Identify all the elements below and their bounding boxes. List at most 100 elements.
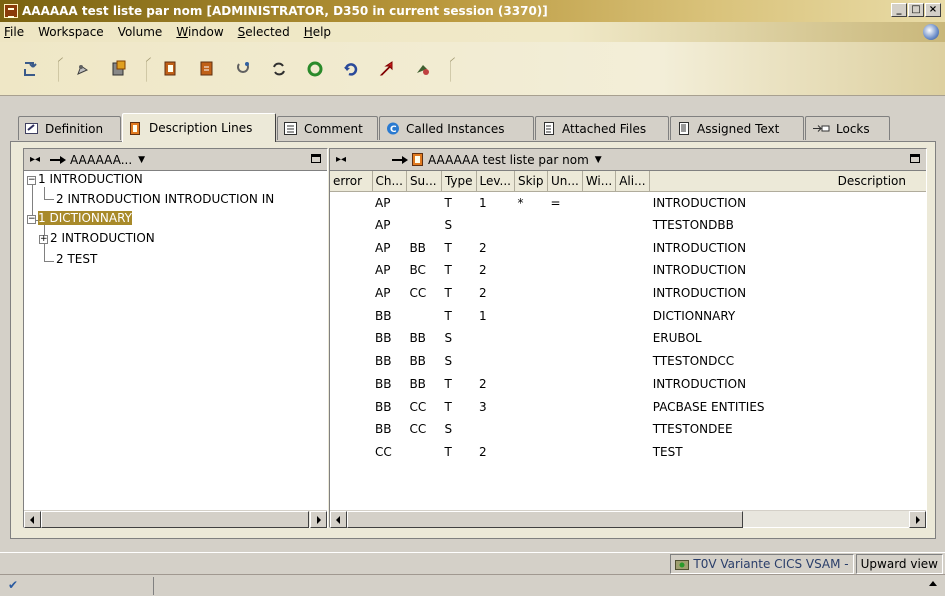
- tree-node[interactable]: 2 INTRODUCTION: [50, 230, 155, 248]
- maximize-button[interactable]: □: [908, 3, 924, 17]
- dropdown-icon[interactable]: ▼: [138, 155, 145, 165]
- tab-comment[interactable]: Comment: [277, 116, 378, 140]
- edit-icon[interactable]: [70, 56, 96, 82]
- table-row[interactable]: BB BB S TTESTONDCC: [330, 350, 926, 373]
- scroll-right-button[interactable]: [310, 511, 327, 528]
- menu-help[interactable]: Help: [304, 25, 337, 39]
- column-header[interactable]: Su...: [406, 171, 442, 192]
- lines-horizontal-scrollbar[interactable]: [330, 510, 926, 528]
- menu-volume[interactable]: Volume: [118, 25, 169, 39]
- variant-status[interactable]: T0V Variante CICS VSAM -: [670, 553, 854, 574]
- tab-definition[interactable]: Definition: [18, 116, 121, 140]
- tab-called-instances[interactable]: C Called Instances: [379, 116, 534, 140]
- column-header[interactable]: Lev...: [476, 171, 515, 192]
- table-row[interactable]: AP CC T 2 INTRODUCTION: [330, 282, 926, 305]
- table-cell: T: [444, 399, 452, 414]
- menu-file[interactable]: File: [4, 25, 30, 39]
- table-cell: [330, 373, 372, 396]
- scroll-thumb[interactable]: [41, 511, 309, 528]
- dropdown-icon[interactable]: ▼: [595, 155, 602, 165]
- table-row[interactable]: CC T 2 TEST: [330, 441, 926, 464]
- view-status[interactable]: Upward view: [855, 553, 943, 574]
- column-header[interactable]: error: [330, 171, 373, 192]
- tab-assigned-text[interactable]: Assigned Text: [670, 116, 804, 140]
- column-header[interactable]: Skip: [514, 171, 548, 192]
- nav-first-icon[interactable]: ▸◂: [330, 154, 352, 165]
- go-arrow-icon[interactable]: [392, 155, 408, 164]
- minimize-button[interactable]: _: [891, 3, 907, 17]
- table-row[interactable]: BB CC S TTESTONDEE: [330, 418, 926, 441]
- save-icon[interactable]: [106, 56, 132, 82]
- collapse-toggle-icon[interactable]: −: [27, 215, 36, 224]
- lines-nav-label[interactable]: AAAAAA test liste par nom: [428, 153, 589, 167]
- menu-window[interactable]: Window: [176, 25, 229, 39]
- green-cycle-icon[interactable]: [302, 56, 328, 82]
- tab-attached-files[interactable]: Attached Files: [535, 116, 669, 140]
- table-cell: INTRODUCTION: [652, 240, 747, 255]
- table-cell: [616, 304, 650, 327]
- refresh-link-icon[interactable]: [230, 56, 256, 82]
- copy-icon[interactable]: [158, 56, 184, 82]
- go-arrow-icon[interactable]: [50, 155, 66, 164]
- comment-icon: [284, 122, 298, 135]
- red-arrow-icon[interactable]: [374, 56, 400, 82]
- collapse-toggle-icon[interactable]: −: [27, 176, 36, 185]
- maximize-pane-icon[interactable]: [311, 154, 321, 163]
- table-row[interactable]: BB T 1 DICTIONNARY: [330, 304, 926, 327]
- scroll-left-button[interactable]: [330, 511, 347, 528]
- table-cell: S: [444, 422, 453, 437]
- close-button[interactable]: ×: [925, 3, 941, 17]
- table-cell: S: [444, 218, 453, 233]
- column-header[interactable]: Description: [649, 171, 926, 192]
- table-row[interactable]: AP T 1 * = INTRODUCTION: [330, 191, 926, 214]
- table-row[interactable]: BB BB T 2 INTRODUCTION: [330, 373, 926, 396]
- table-cell: [582, 191, 615, 214]
- table-cell: [406, 441, 441, 464]
- table-row[interactable]: BB CC T 3 PACBASE ENTITIES: [330, 395, 926, 418]
- table-row[interactable]: BB BB S ERUBOL: [330, 327, 926, 350]
- table-row[interactable]: AP S TTESTONDBB: [330, 214, 926, 237]
- table-cell: BB: [375, 422, 392, 437]
- tool-icon[interactable]: [410, 56, 436, 82]
- scroll-right-button[interactable]: [909, 511, 926, 528]
- tree-node[interactable]: 2 INTRODUCTION INTRODUCTION IN: [56, 191, 274, 209]
- bottom-bar: ✔: [0, 574, 945, 596]
- column-header[interactable]: Wi...: [582, 171, 617, 192]
- nav-first-icon[interactable]: ▸◂: [24, 154, 46, 165]
- tab-bar: Definition Description Lines Comment C C…: [0, 112, 945, 142]
- tree-node[interactable]: 2 TEST: [56, 251, 97, 269]
- scroll-thumb[interactable]: [347, 511, 743, 528]
- tree-node-selected[interactable]: 1 DICTIONNARY: [38, 210, 132, 228]
- column-header[interactable]: Type: [441, 171, 477, 192]
- scroll-left-button[interactable]: [24, 511, 41, 528]
- tab-description-lines[interactable]: Description Lines: [122, 113, 276, 142]
- table-cell: AP: [375, 263, 391, 278]
- table-cell: [582, 282, 615, 305]
- table-cell: [547, 236, 582, 259]
- table-row[interactable]: AP BB T 2 INTRODUCTION: [330, 236, 926, 259]
- tree-line: [44, 199, 54, 200]
- tab-locks[interactable]: Locks: [805, 116, 890, 140]
- table-cell: [582, 259, 615, 282]
- toolbar-separator: [54, 56, 60, 82]
- expand-up-icon[interactable]: [929, 581, 937, 586]
- table-row[interactable]: AP BC T 2 INTRODUCTION: [330, 259, 926, 282]
- table-header-row: error Ch... Su... Type Lev... Skip Un...…: [330, 171, 926, 192]
- tree-node[interactable]: 1 INTRODUCTION: [38, 171, 143, 189]
- menu-workspace[interactable]: Workspace: [38, 25, 110, 39]
- column-header[interactable]: Ali...: [615, 171, 651, 192]
- reload-icon[interactable]: [266, 56, 292, 82]
- undo-icon[interactable]: [338, 56, 364, 82]
- tree-nav-label[interactable]: AAAAAA...: [70, 153, 132, 167]
- menu-selected[interactable]: Selected: [238, 25, 296, 39]
- column-header[interactable]: Un...: [547, 171, 583, 192]
- document-icon[interactable]: [194, 56, 220, 82]
- expand-toggle-icon[interactable]: +: [39, 235, 48, 244]
- cut-paste-icon[interactable]: [18, 56, 44, 82]
- table-cell: 1: [479, 308, 487, 323]
- menu-bar: File Workspace Volume Window Selected He…: [0, 22, 945, 42]
- maximize-pane-icon[interactable]: [910, 154, 920, 163]
- column-header[interactable]: Ch...: [372, 171, 407, 192]
- table-cell: [582, 418, 615, 441]
- tree-horizontal-scrollbar[interactable]: [24, 510, 327, 528]
